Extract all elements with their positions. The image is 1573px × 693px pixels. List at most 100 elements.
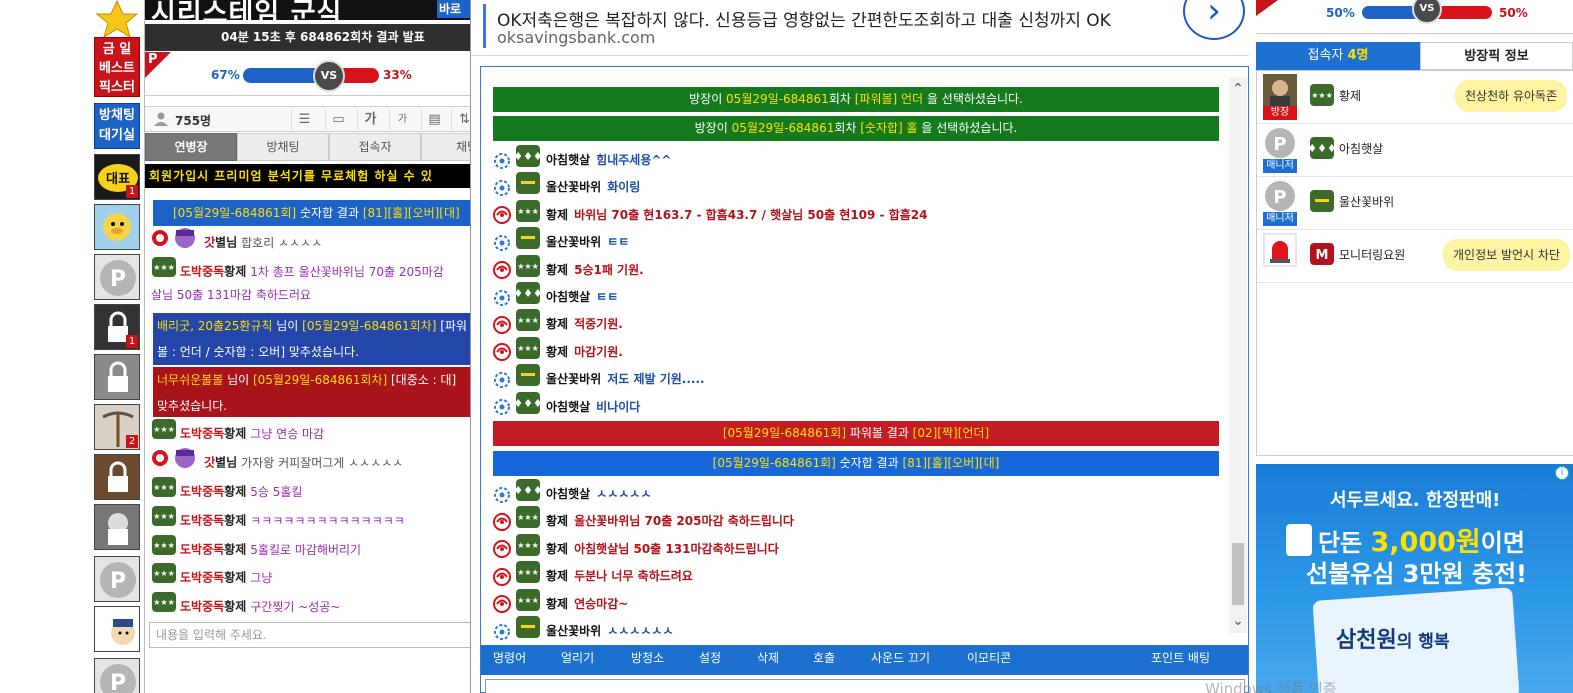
room-thumb-11[interactable]: P: [94, 658, 140, 693]
message-text: 울산꽃바위님 70출 205마감 축하드립니다: [574, 514, 794, 529]
user-nickname[interactable]: 황제: [546, 597, 568, 611]
ad-brand: 삼천원: [1336, 628, 1397, 653]
ad-banner[interactable]: OK저축은행은 복잡하지 않다. 신용등급 영향없는 간편한도조회하고 대출 신…: [471, 0, 1249, 56]
user-nickname[interactable]: 모니터링요원: [1339, 246, 1405, 263]
room-thumb-5[interactable]: [94, 354, 140, 400]
prepaid-sim-ad[interactable]: i 서두르세요. 한정판매! 단돈 3,000원이면 선불유심 3만원 충전! …: [1256, 464, 1573, 693]
user-nickname[interactable]: 황제: [224, 265, 246, 279]
room-thumb-4[interactable]: 1: [94, 304, 140, 350]
menu-clear-room[interactable]: 방청소: [631, 645, 664, 675]
user-nickname[interactable]: 울산꽃바위: [546, 180, 601, 194]
list-item[interactable]: P 매니저 ♦♦♦ 아침햇살: [1257, 124, 1573, 177]
ad-brand-suffix: 의 행복: [1396, 632, 1450, 652]
user-nickname[interactable]: 울산꽃바위: [546, 372, 601, 386]
font-size-up-icon[interactable]: 가: [357, 110, 383, 130]
user-level-icon: [515, 363, 541, 389]
room-thumb-2[interactable]: [94, 204, 140, 250]
scroll-up-icon[interactable]: ⌃: [1229, 81, 1247, 97]
popup-window-icon[interactable]: ▭: [325, 110, 351, 130]
user-nickname[interactable]: 황제: [224, 543, 246, 557]
user-nickname[interactable]: 별님: [215, 456, 237, 470]
host-pick-notice: 방장이 05월29일-684861회차 [파워볼] 언더 을 선택하셨습니다.: [493, 87, 1219, 112]
ad-info-icon[interactable]: i: [1555, 466, 1569, 480]
list-item: 울산꽃바위 화이링: [493, 171, 1219, 197]
user-nickname[interactable]: 황제: [224, 514, 246, 528]
promo-banner[interactable]: 회원가입시 프리미엄 분석기를 무료체험 하실 수 있: [145, 164, 470, 188]
menu-settings[interactable]: 설정: [699, 645, 721, 675]
menu-freeze[interactable]: 얼리기: [561, 645, 594, 675]
site-banner[interactable]: 시리스테임 군식 바로: [145, 0, 470, 20]
list-item: ★★★ 황제 적중기원.: [493, 308, 1219, 334]
tab-users[interactable]: 접속자: [329, 133, 421, 161]
room-chat-lobby-button[interactable]: 방채팅 대기실: [94, 103, 140, 149]
user-level-icon: ★★★: [151, 418, 177, 446]
tab-count: 4명: [1347, 48, 1369, 63]
tab-host-pick-info[interactable]: 방장픽 정보: [1420, 42, 1573, 70]
powerball-result-notice: [05월29일-684861회] 파워볼 결과 [02][짝][언더]: [493, 421, 1219, 446]
user-title: 도박중독: [180, 542, 225, 557]
user-nickname[interactable]: 황제: [546, 317, 568, 331]
menu-call[interactable]: 호출: [813, 645, 835, 675]
user-nickname[interactable]: 아침햇살: [546, 290, 590, 304]
menu-emoticon[interactable]: 이모티콘: [967, 645, 1011, 675]
red-team-icon: [493, 315, 511, 334]
user-nickname[interactable]: 울산꽃바위: [546, 624, 601, 638]
menu-sound-off[interactable]: 사운드 끄기: [871, 645, 930, 675]
user-nickname[interactable]: 황제: [224, 571, 246, 585]
red-team-icon: [493, 343, 511, 362]
user-nickname[interactable]: 황제: [1339, 87, 1361, 104]
menu-point-betting[interactable]: 포인트 배팅: [1151, 645, 1210, 675]
user-nickname[interactable]: 아침햇살: [1339, 140, 1383, 157]
room-thumb-8[interactable]: [94, 504, 140, 550]
font-size-down-icon[interactable]: 가: [389, 110, 415, 130]
left-chat-input[interactable]: 내용을 입력해 주세요.: [149, 622, 470, 648]
room-thumb-3[interactable]: P: [94, 254, 140, 300]
ad-text: 단돈: [1318, 529, 1371, 557]
user-nickname[interactable]: 황제: [546, 208, 568, 222]
tab-connected-users[interactable]: 접속자 4명: [1256, 42, 1420, 70]
user-nickname[interactable]: 황제: [546, 542, 568, 556]
user-nickname[interactable]: 황제: [224, 427, 246, 441]
room-thumb-9[interactable]: P: [94, 556, 140, 602]
menu-commands[interactable]: 명령어: [493, 645, 526, 675]
user-nickname[interactable]: 아침햇살: [546, 487, 590, 501]
chat-scrollbar[interactable]: ⌃ ⌄: [1229, 77, 1247, 633]
room-chat-input[interactable]: [485, 679, 1245, 693]
list-item: ★★★ 도박중독황제 그냥: [151, 562, 470, 590]
user-nickname[interactable]: 황제: [546, 345, 568, 359]
ad-arrow-icon[interactable]: ›: [1183, 0, 1245, 40]
user-nickname[interactable]: 황제: [546, 569, 568, 583]
list-item[interactable]: P 매니저 울산꽃바위: [1257, 177, 1573, 230]
list-item[interactable]: 방장 ★★★ 황제 천상천하 유아독존: [1257, 71, 1573, 124]
sort-icon[interactable]: ⇅: [451, 110, 470, 130]
tab-room-chat[interactable]: 방채팅: [237, 133, 329, 161]
host-vote-ratio-bar: 50% VS 50%: [1256, 0, 1573, 34]
ad-url[interactable]: oksavingsbank.com: [497, 28, 655, 47]
tab-parade-ground[interactable]: 연병장: [145, 133, 237, 161]
room-thumb-count: 1: [126, 185, 138, 198]
user-nickname[interactable]: 별님: [215, 236, 237, 250]
user-nickname[interactable]: 아침햇살: [546, 400, 590, 414]
room-thumb-1[interactable]: 대표 1: [94, 154, 140, 200]
room-thumb-7[interactable]: [94, 454, 140, 500]
user-nickname[interactable]: 아침햇살: [546, 153, 590, 167]
notice-user: 배리굿, 20출25환규칙: [157, 319, 273, 333]
scroll-down-icon[interactable]: ⌄: [1229, 613, 1247, 629]
save-icon[interactable]: ▤: [421, 110, 447, 130]
user-nickname[interactable]: 황제: [546, 514, 568, 528]
user-nickname[interactable]: 황제: [224, 485, 246, 499]
scroll-thumb[interactable]: [1232, 543, 1244, 605]
tab-chat[interactable]: 채팅: [421, 133, 470, 161]
svg-text:★★★: ★★★: [153, 541, 175, 550]
menu-delete[interactable]: 삭제: [757, 645, 779, 675]
list-item[interactable]: M 모니터링요원 개인정보 발언시 차단: [1257, 230, 1573, 283]
list-toggle-icon[interactable]: ☰: [291, 110, 317, 130]
user-nickname[interactable]: 울산꽃바위: [546, 235, 601, 249]
user-nickname[interactable]: 황제: [546, 263, 568, 277]
user-count-toolbar: 755명 ☰ ▭ 가 가 ▤ ⇅: [145, 106, 470, 132]
room-thumb-6[interactable]: 2: [94, 404, 140, 450]
room-thumb-10[interactable]: [94, 606, 140, 652]
best-picker-button[interactable]: 금 일 베스트 픽스터: [94, 37, 140, 97]
user-nickname[interactable]: 울산꽃바위: [1339, 193, 1394, 210]
user-nickname[interactable]: 황제: [224, 600, 246, 614]
